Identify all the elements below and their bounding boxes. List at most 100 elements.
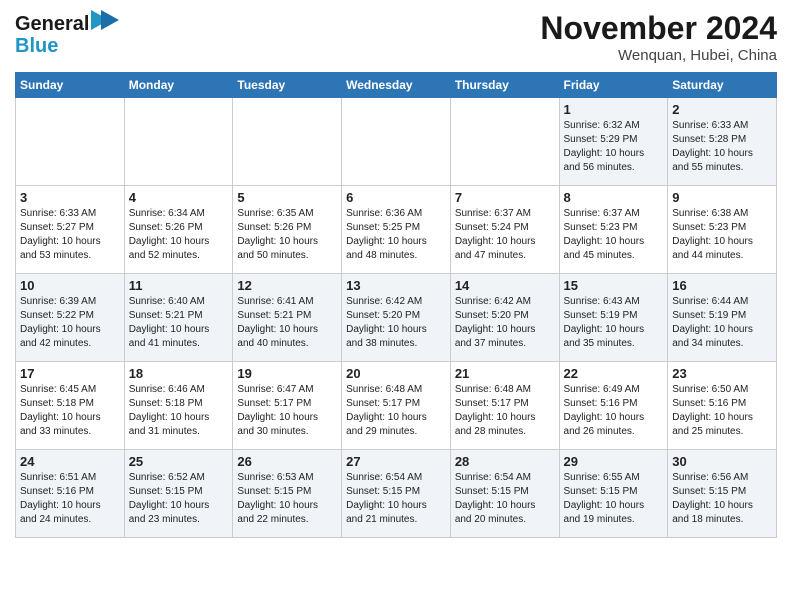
day-info: Sunrise: 6:50 AM Sunset: 5:16 PM Dayligh… — [672, 383, 772, 439]
day-number: 6 — [346, 190, 446, 205]
calendar-cell: 26 Sunrise: 6:53 AM Sunset: 5:15 PM Dayli… — [233, 450, 342, 538]
day-info: Sunrise: 6:33 AM Sunset: 5:28 PM Dayligh… — [672, 119, 772, 175]
calendar-week-row: 10 Sunrise: 6:39 AM Sunset: 5:22 PM Dayli… — [16, 274, 777, 362]
day-number: 26 — [237, 454, 337, 469]
calendar-cell: 16Sunrise: 6:44 AM Sunset: 5:19 PM Dayli… — [668, 274, 777, 362]
day-number: 7 — [455, 190, 555, 205]
calendar-cell: 13 Sunrise: 6:42 AM Sunset: 5:20 PM Dayli… — [342, 274, 451, 362]
day-number: 17 — [20, 366, 120, 381]
day-info: Sunrise: 6:37 AM Sunset: 5:23 PM Dayligh… — [564, 207, 664, 263]
day-info: Sunrise: 6:36 AM Sunset: 5:25 PM Dayligh… — [346, 207, 446, 263]
day-info: Sunrise: 6:38 AM Sunset: 5:23 PM Dayligh… — [672, 207, 772, 263]
day-number: 3 — [20, 190, 120, 205]
day-number: 22 — [564, 366, 664, 381]
calendar-cell: 23Sunrise: 6:50 AM Sunset: 5:16 PM Dayli… — [668, 362, 777, 450]
day-info: Sunrise: 6:52 AM Sunset: 5:15 PM Dayligh… — [129, 471, 229, 527]
day-info: Sunrise: 6:48 AM Sunset: 5:17 PM Dayligh… — [455, 383, 555, 439]
calendar-header-row: SundayMondayTuesdayWednesdayThursdayFrid… — [16, 73, 777, 98]
calendar-cell: 6 Sunrise: 6:36 AM Sunset: 5:25 PM Daylig… — [342, 186, 451, 274]
day-number: 10 — [20, 278, 120, 293]
day-number: 4 — [129, 190, 229, 205]
day-info: Sunrise: 6:42 AM Sunset: 5:20 PM Dayligh… — [346, 295, 446, 351]
calendar-week-row: 1 Sunrise: 6:32 AM Sunset: 5:29 PM Daylig… — [16, 98, 777, 186]
day-number: 13 — [346, 278, 446, 293]
day-number: 19 — [237, 366, 337, 381]
calendar-cell: 7 Sunrise: 6:37 AM Sunset: 5:24 PM Daylig… — [450, 186, 559, 274]
day-info: Sunrise: 6:37 AM Sunset: 5:24 PM Dayligh… — [455, 207, 555, 263]
calendar-cell: 14 Sunrise: 6:42 AM Sunset: 5:20 PM Dayli… — [450, 274, 559, 362]
day-number: 5 — [237, 190, 337, 205]
day-info: Sunrise: 6:55 AM Sunset: 5:15 PM Dayligh… — [564, 471, 664, 527]
calendar-cell: 24 Sunrise: 6:51 AM Sunset: 5:16 PM Dayli… — [16, 450, 125, 538]
day-number: 8 — [564, 190, 664, 205]
logo-arrow-icon — [91, 10, 119, 35]
calendar-cell: 5 Sunrise: 6:35 AM Sunset: 5:26 PM Daylig… — [233, 186, 342, 274]
header: General Blue November 2024 Wenquan, Hube… — [15, 10, 777, 64]
logo: General Blue — [15, 10, 119, 57]
calendar-cell: 30 Sunrise: 6:56 AM Sunset: 5:15 PM Dayli… — [668, 450, 777, 538]
day-number: 28 — [455, 454, 555, 469]
day-info: Sunrise: 6:51 AM Sunset: 5:16 PM Dayligh… — [20, 471, 120, 527]
day-info: Sunrise: 6:56 AM Sunset: 5:15 PM Dayligh… — [672, 471, 772, 527]
calendar-cell — [450, 98, 559, 186]
calendar-cell: 10 Sunrise: 6:39 AM Sunset: 5:22 PM Dayli… — [16, 274, 125, 362]
calendar-cell — [342, 98, 451, 186]
calendar-cell: 2 Sunrise: 6:33 AM Sunset: 5:28 PM Daylig… — [668, 98, 777, 186]
calendar-cell: 15 Sunrise: 6:43 AM Sunset: 5:19 PM Dayli… — [559, 274, 668, 362]
day-info: Sunrise: 6:48 AM Sunset: 5:17 PM Dayligh… — [346, 383, 446, 439]
calendar-table: SundayMondayTuesdayWednesdayThursdayFrid… — [15, 72, 777, 538]
calendar-cell: 1 Sunrise: 6:32 AM Sunset: 5:29 PM Daylig… — [559, 98, 668, 186]
calendar-week-row: 24 Sunrise: 6:51 AM Sunset: 5:16 PM Dayli… — [16, 450, 777, 538]
day-header-sunday: Sunday — [16, 73, 125, 98]
calendar-cell: 12 Sunrise: 6:41 AM Sunset: 5:21 PM Dayli… — [233, 274, 342, 362]
day-header-wednesday: Wednesday — [342, 73, 451, 98]
day-number: 24 — [20, 454, 120, 469]
calendar-cell: 9 Sunrise: 6:38 AM Sunset: 5:23 PM Daylig… — [668, 186, 777, 274]
calendar-cell: 3Sunrise: 6:33 AM Sunset: 5:27 PM Daylig… — [16, 186, 125, 274]
day-number: 29 — [564, 454, 664, 469]
calendar-cell: 18 Sunrise: 6:46 AM Sunset: 5:18 PM Dayli… — [124, 362, 233, 450]
calendar-cell: 17 Sunrise: 6:45 AM Sunset: 5:18 PM Dayli… — [16, 362, 125, 450]
day-header-saturday: Saturday — [668, 73, 777, 98]
day-number: 2 — [672, 102, 772, 117]
day-info: Sunrise: 6:49 AM Sunset: 5:16 PM Dayligh… — [564, 383, 664, 439]
day-info: Sunrise: 6:43 AM Sunset: 5:19 PM Dayligh… — [564, 295, 664, 351]
day-info: Sunrise: 6:44 AM Sunset: 5:19 PM Dayligh… — [672, 295, 772, 351]
day-info: Sunrise: 6:41 AM Sunset: 5:21 PM Dayligh… — [237, 295, 337, 351]
month-title: November 2024 — [540, 10, 777, 47]
day-number: 12 — [237, 278, 337, 293]
calendar-cell — [233, 98, 342, 186]
calendar-cell: 27Sunrise: 6:54 AM Sunset: 5:15 PM Dayli… — [342, 450, 451, 538]
day-info: Sunrise: 6:34 AM Sunset: 5:26 PM Dayligh… — [129, 207, 229, 263]
calendar-cell: 28Sunrise: 6:54 AM Sunset: 5:15 PM Dayli… — [450, 450, 559, 538]
day-header-thursday: Thursday — [450, 73, 559, 98]
day-info: Sunrise: 6:39 AM Sunset: 5:22 PM Dayligh… — [20, 295, 120, 351]
day-number: 18 — [129, 366, 229, 381]
day-info: Sunrise: 6:40 AM Sunset: 5:21 PM Dayligh… — [129, 295, 229, 351]
day-info: Sunrise: 6:32 AM Sunset: 5:29 PM Dayligh… — [564, 119, 664, 175]
calendar-cell — [16, 98, 125, 186]
calendar-cell: 8 Sunrise: 6:37 AM Sunset: 5:23 PM Daylig… — [559, 186, 668, 274]
title-block: November 2024 Wenquan, Hubei, China — [540, 10, 777, 64]
day-info: Sunrise: 6:35 AM Sunset: 5:26 PM Dayligh… — [237, 207, 337, 263]
calendar-cell: 11Sunrise: 6:40 AM Sunset: 5:21 PM Dayli… — [124, 274, 233, 362]
day-info: Sunrise: 6:42 AM Sunset: 5:20 PM Dayligh… — [455, 295, 555, 351]
day-number: 30 — [672, 454, 772, 469]
day-info: Sunrise: 6:53 AM Sunset: 5:15 PM Dayligh… — [237, 471, 337, 527]
calendar-cell: 20 Sunrise: 6:48 AM Sunset: 5:17 PM Dayli… — [342, 362, 451, 450]
day-number: 21 — [455, 366, 555, 381]
day-info: Sunrise: 6:45 AM Sunset: 5:18 PM Dayligh… — [20, 383, 120, 439]
day-number: 15 — [564, 278, 664, 293]
calendar-cell: 19Sunrise: 6:47 AM Sunset: 5:17 PM Dayli… — [233, 362, 342, 450]
day-header-tuesday: Tuesday — [233, 73, 342, 98]
day-info: Sunrise: 6:46 AM Sunset: 5:18 PM Dayligh… — [129, 383, 229, 439]
day-number: 1 — [564, 102, 664, 117]
calendar-week-row: 17 Sunrise: 6:45 AM Sunset: 5:18 PM Dayli… — [16, 362, 777, 450]
day-number: 9 — [672, 190, 772, 205]
day-header-monday: Monday — [124, 73, 233, 98]
day-info: Sunrise: 6:54 AM Sunset: 5:15 PM Dayligh… — [346, 471, 446, 527]
location: Wenquan, Hubei, China — [540, 47, 777, 64]
day-number: 14 — [455, 278, 555, 293]
logo-line2: Blue — [15, 35, 119, 57]
day-number: 20 — [346, 366, 446, 381]
